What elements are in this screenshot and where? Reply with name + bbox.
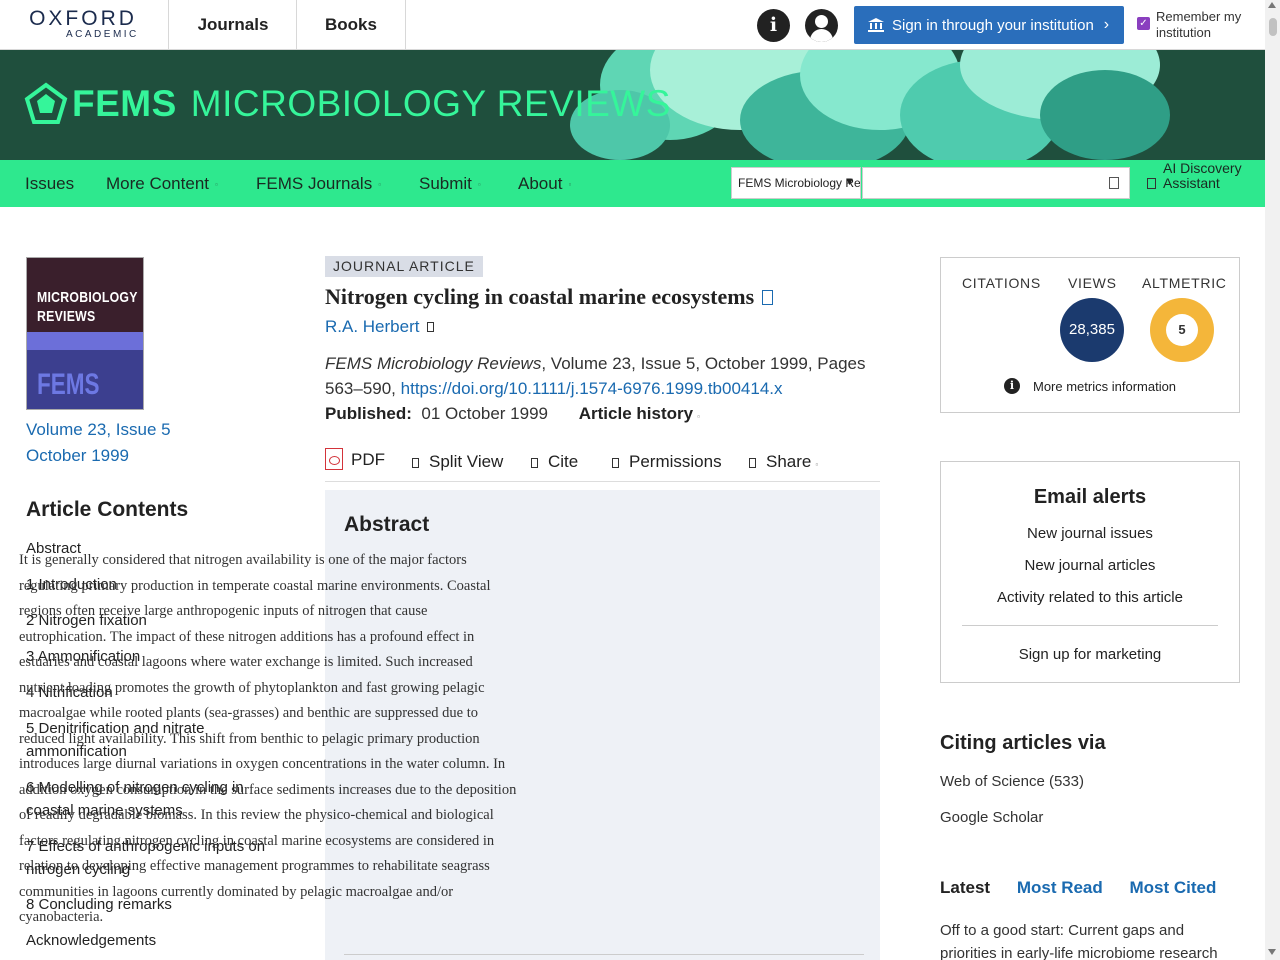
scroll-thumb[interactable] <box>1269 18 1277 36</box>
dropdown-icon: ▫ <box>477 180 481 190</box>
citations-label: CITATIONS <box>962 275 1041 291</box>
share-button[interactable]: Share ▫ <box>749 452 818 472</box>
pdf-icon <box>325 448 343 470</box>
article-type-badge: JOURNAL ARTICLE <box>325 256 483 277</box>
title-fems: FEMS <box>72 83 177 124</box>
marketing-signup-link[interactable]: Sign up for marketing <box>941 646 1239 663</box>
altmetric-label: ALTMETRIC <box>1142 275 1227 291</box>
remember-checkbox[interactable]: ✓ <box>1137 17 1150 30</box>
divider <box>344 954 864 955</box>
article-contents-heading: Article Contents <box>26 498 189 521</box>
nav-submit[interactable]: Submit ▫ <box>419 174 481 194</box>
scroll-down-icon[interactable] <box>1268 949 1276 955</box>
divider <box>962 625 1218 626</box>
latest-article-link[interactable]: Off to a good start: Current gaps and pr… <box>940 919 1230 960</box>
alert-article-activity[interactable]: Activity related to this article <box>941 589 1239 606</box>
split-view-button[interactable]: Split View <box>412 452 503 472</box>
issue-cover-image[interactable]: MICROBIOLOGY REVIEWS FEMS <box>26 257 144 410</box>
issue-date-link[interactable]: October 1999 <box>26 446 129 466</box>
dropdown-icon: ▫ <box>815 460 819 469</box>
altmetric-donut[interactable]: 5 <box>1150 298 1214 362</box>
dropdown-icon: ▫ <box>697 412 700 421</box>
dropdown-icon: ▫ <box>378 180 382 190</box>
banner-decoration <box>1040 70 1170 160</box>
permissions-icon <box>612 458 619 468</box>
permissions-button[interactable]: Permissions <box>612 452 722 472</box>
cite-icon <box>531 458 538 468</box>
article-toolbar: PDF Split View Cite Permissions Share ▫ <box>325 448 880 482</box>
journal-banner: FEMS MICROBIOLOGY REVIEWS <box>0 50 1265 160</box>
published-info: Published: 01 October 1999 Article histo… <box>325 404 700 423</box>
article-history-toggle[interactable]: Article history <box>579 404 693 423</box>
nav-issues[interactable]: Issues <box>25 174 74 194</box>
cover-title: MICROBIOLOGY REVIEWS <box>37 289 138 325</box>
email-alerts-heading: Email alerts <box>1033 486 1147 508</box>
pdf-button[interactable]: PDF <box>325 448 385 470</box>
fems-pentagon-icon <box>24 82 68 124</box>
nav-books[interactable]: Books <box>296 0 406 50</box>
nav-fems-journals[interactable]: FEMS Journals ▫ <box>256 174 381 194</box>
dropdown-icon: ▫ <box>215 180 218 190</box>
articles-tabs: Latest Most Read Most Cited <box>940 878 1238 898</box>
author-info-icon <box>427 322 435 332</box>
remember-label: Remember my institution <box>1156 9 1242 40</box>
more-metrics-link[interactable]: i More metrics information <box>1004 378 1176 394</box>
sign-in-institution-button[interactable]: Sign in through your institution › <box>854 6 1124 44</box>
nav-more-content[interactable]: More Content ▫ <box>106 174 218 194</box>
open-access-icon <box>762 290 774 305</box>
info-icon: i <box>1004 378 1020 394</box>
web-of-science-link[interactable]: Web of Science (533) <box>940 773 1084 790</box>
tab-most-cited[interactable]: Most Cited <box>1130 878 1217 897</box>
search-input[interactable] <box>862 167 1130 199</box>
journal-name: FEMS Microbiology Reviews <box>325 354 542 373</box>
search-icon[interactable] <box>1109 177 1119 189</box>
ai-icon <box>1147 178 1156 189</box>
views-label: VIEWS <box>1068 275 1117 291</box>
google-scholar-link[interactable]: Google Scholar <box>940 809 1043 826</box>
article-title: Nitrogen cycling in coastal marine ecosy… <box>325 284 774 310</box>
share-icon <box>749 458 756 468</box>
toc-item[interactable]: Acknowledgements <box>26 929 266 952</box>
nav-journals[interactable]: Journals <box>168 0 297 50</box>
citing-articles-heading: Citing articles via <box>940 732 1106 754</box>
chevron-right-icon: › <box>1103 16 1110 33</box>
info-icon[interactable]: i <box>757 9 790 42</box>
ai-discovery-assistant-button[interactable]: AI Discovery Assistant <box>1147 161 1243 191</box>
author-link[interactable]: R.A. Herbert <box>325 317 435 337</box>
logo-line1: OXFORD <box>29 7 137 30</box>
title-rest: MICROBIOLOGY REVIEWS <box>190 83 671 124</box>
abstract-heading: Abstract <box>344 513 430 536</box>
doi-link[interactable]: https://doi.org/10.1111/j.1574-6976.1999… <box>401 379 783 398</box>
nav-about[interactable]: About ▫ <box>518 174 571 194</box>
views-count[interactable]: 28,385 <box>1060 298 1124 362</box>
alert-new-issues[interactable]: New journal issues <box>941 525 1239 542</box>
search-scope-select[interactable]: FEMS Microbiology Reviews ▼ <box>731 167 861 199</box>
cover-brand: FEMS <box>37 368 100 401</box>
top-bar: OXFORD ACADEMIC Journals Books i Sign in… <box>0 0 1265 50</box>
scroll-up-icon[interactable] <box>1268 2 1276 8</box>
alert-new-articles[interactable]: New journal articles <box>941 557 1239 574</box>
user-account-icon[interactable] <box>805 9 838 42</box>
issue-volume-link[interactable]: Volume 23, Issue 5 <box>26 420 171 440</box>
oxford-academic-logo[interactable]: OXFORD ACADEMIC <box>24 8 142 44</box>
chevron-down-icon: ▼ <box>844 176 855 188</box>
email-alerts-panel: Email alerts New journal issues New jour… <box>940 461 1240 683</box>
published-date: 01 October 1999 <box>421 404 549 423</box>
logo-line2: ACADEMIC <box>66 29 139 40</box>
split-view-icon <box>412 458 419 468</box>
tab-most-read[interactable]: Most Read <box>1017 878 1103 897</box>
altmetric-score: 5 <box>1166 314 1198 346</box>
page-scrollbar[interactable] <box>1265 0 1280 960</box>
journal-title[interactable]: FEMS MICROBIOLOGY REVIEWS <box>24 82 671 126</box>
remember-institution[interactable]: ✓ Remember my institution <box>1137 9 1251 41</box>
citation-text: FEMS Microbiology Reviews, Volume 23, Is… <box>325 354 866 398</box>
cite-button[interactable]: Cite <box>531 452 578 472</box>
abstract-text: It is generally considered that nitrogen… <box>19 552 517 925</box>
metrics-panel: CITATIONS VIEWS ALTMETRIC 28,385 5 i Mor… <box>940 257 1240 413</box>
tab-latest[interactable]: Latest <box>940 878 990 897</box>
dropdown-icon: ▫ <box>568 180 572 190</box>
sign-in-label: Sign in through your institution <box>892 16 1094 34</box>
institution-icon <box>868 18 884 32</box>
